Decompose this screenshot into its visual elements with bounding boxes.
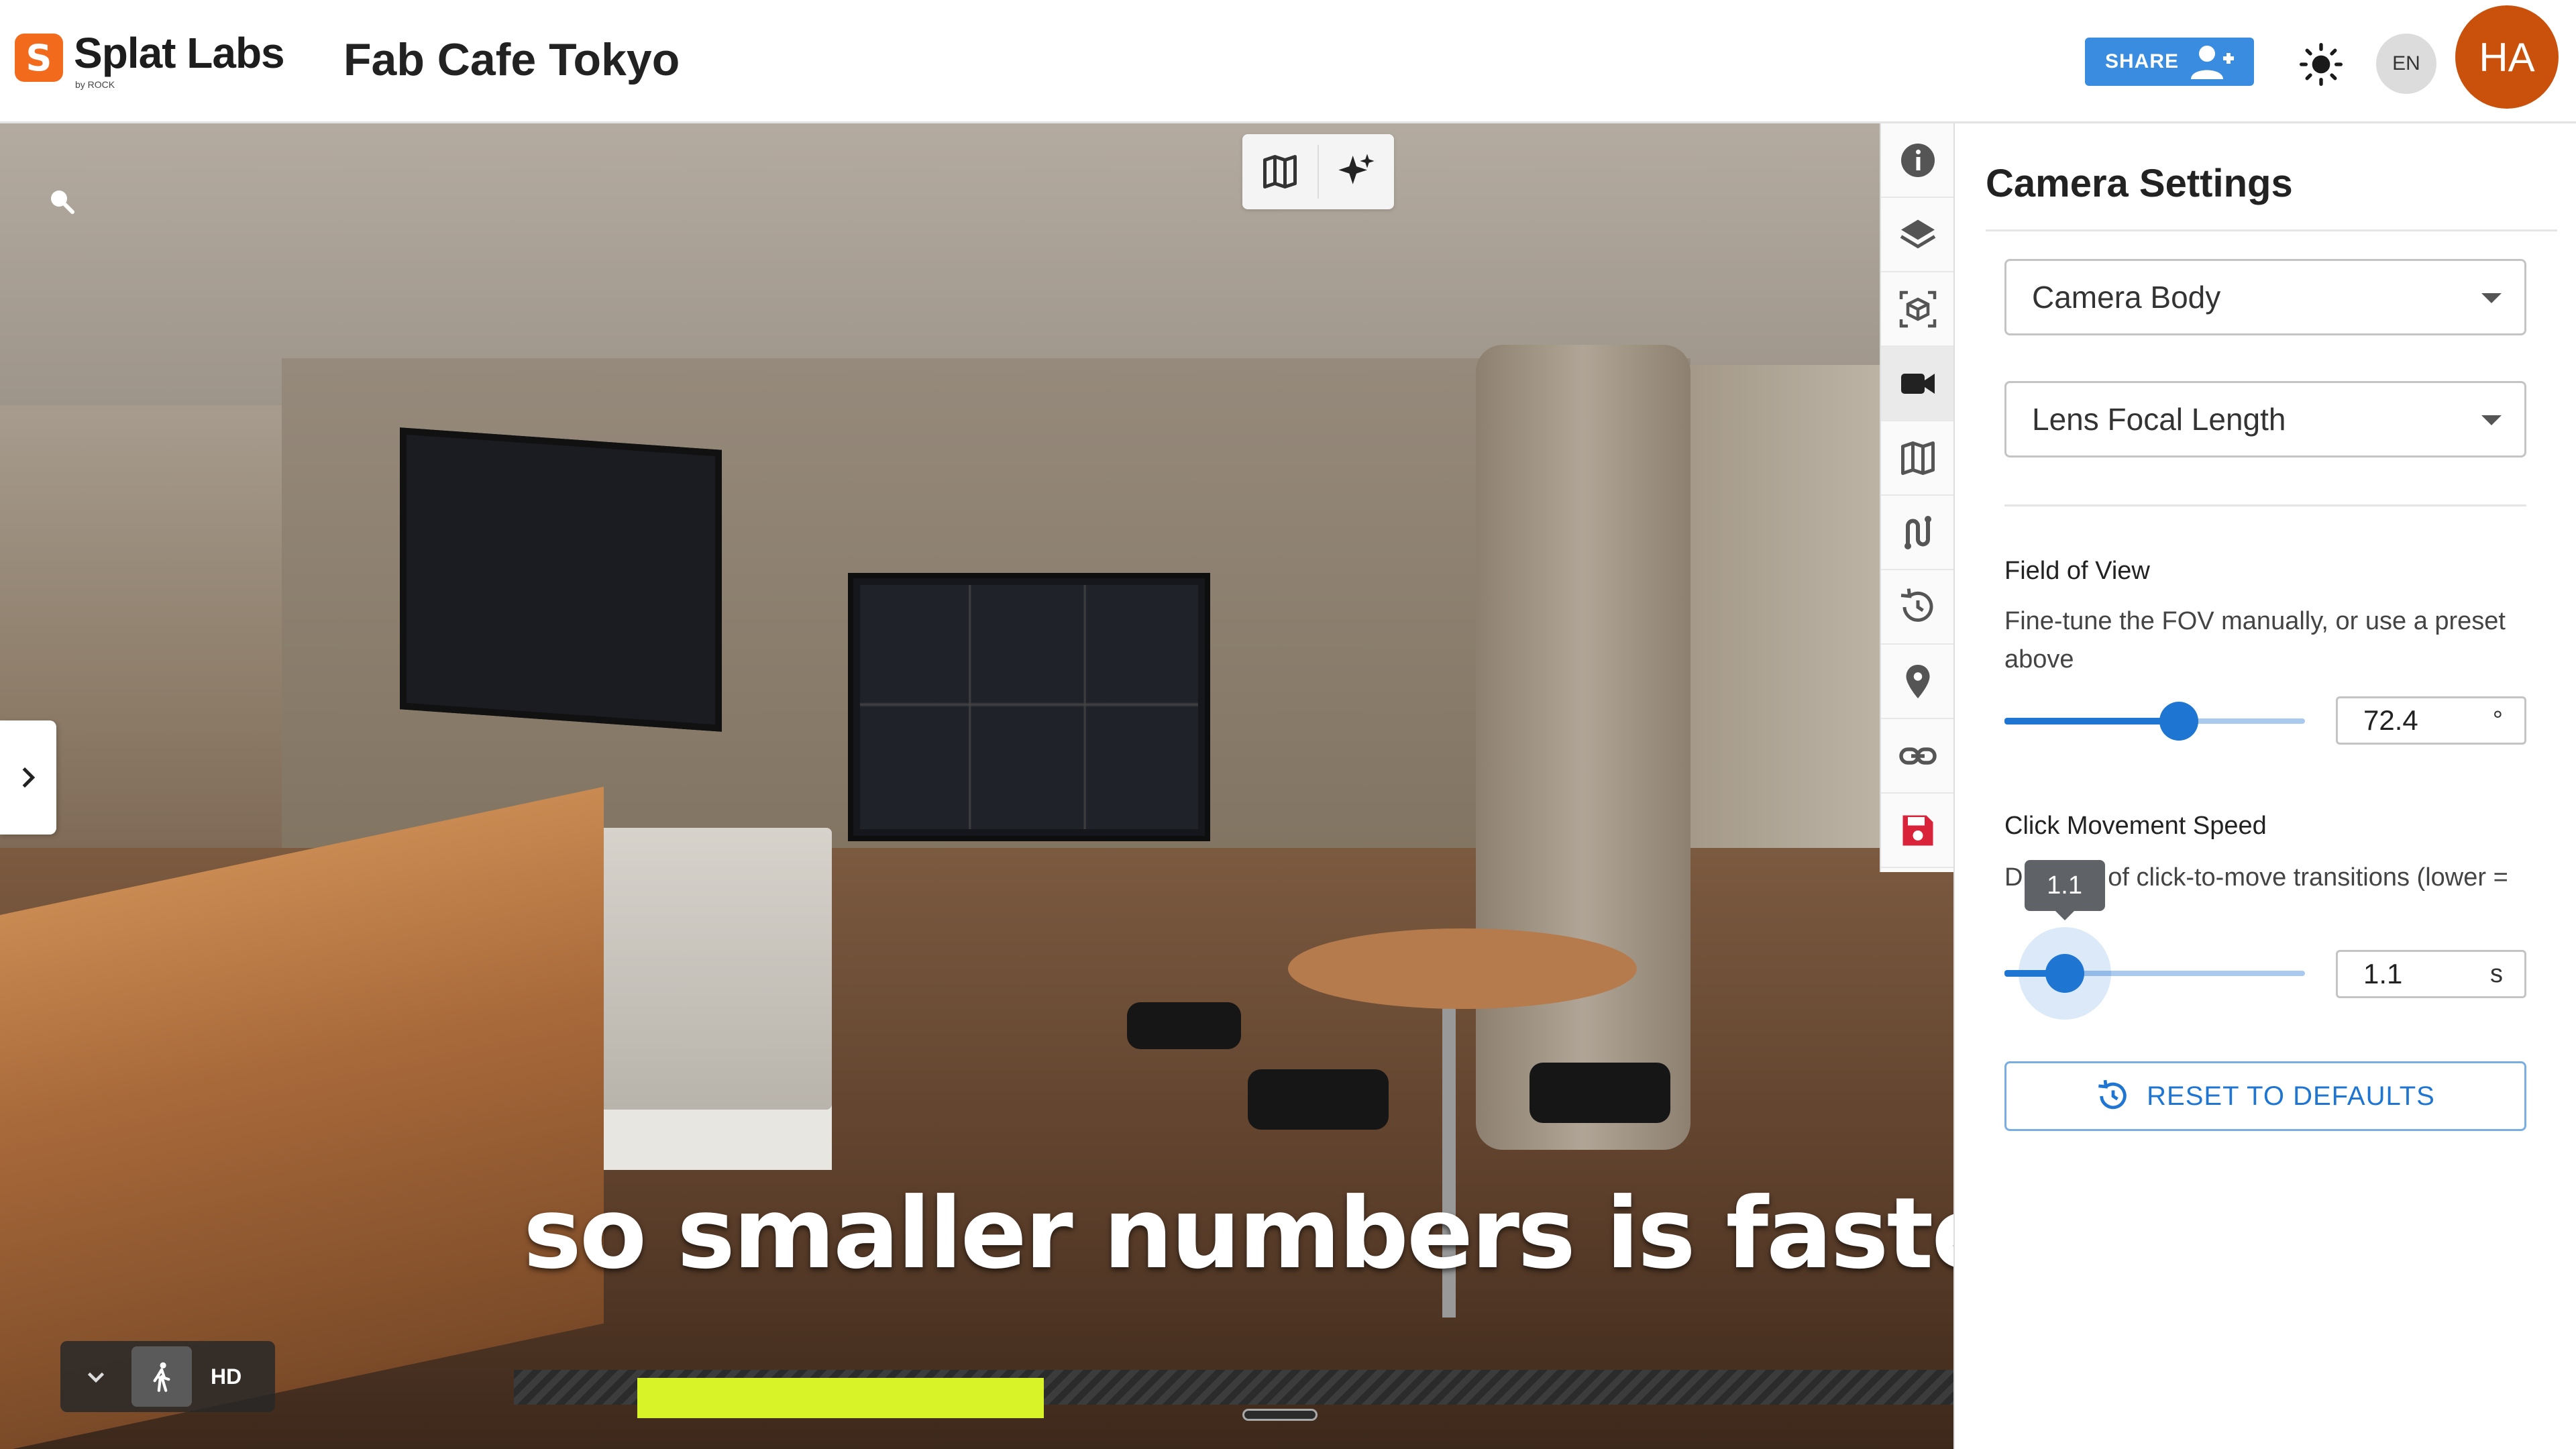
bar-stool — [1127, 1002, 1241, 1049]
caption-highlight — [637, 1378, 1044, 1418]
fov-value: 72.4 — [2363, 704, 2418, 736]
app-header: S Splat Labs by ROCK Fab Cafe Tokyo SHAR… — [0, 0, 2576, 123]
3d-viewport[interactable]: so smaller numbers is faster movements H… — [0, 123, 1953, 1449]
map-icon — [1263, 155, 1297, 189]
camera-settings-panel: Camera Settings Camera Body Lens Focal L… — [1953, 123, 2576, 1449]
divider — [1986, 229, 2557, 231]
logo-badge[interactable]: S — [15, 34, 63, 82]
zoom-search-icon[interactable] — [43, 182, 80, 220]
path-icon — [1904, 515, 1931, 549]
theme-toggle-button[interactable] — [2294, 38, 2348, 91]
walking-person-icon — [153, 1362, 170, 1392]
logo-name[interactable]: Splat Labs — [74, 28, 285, 78]
slider-value-tooltip: 1.1 — [2024, 860, 2105, 920]
tool-strip — [1880, 123, 1955, 872]
reset-defaults-button[interactable]: RESET TO DEFAULTS — [2004, 1061, 2526, 1131]
user-avatar[interactable]: HA — [2455, 5, 2559, 109]
fov-unit: ° — [2492, 706, 2503, 735]
share-label: SHARE — [2104, 50, 2179, 72]
toolbar-divider — [1318, 145, 1319, 199]
camera-icon — [1901, 373, 1935, 394]
fov-description: Fine-tune the FOV manually, or use a pre… — [2004, 607, 2506, 674]
language-button[interactable]: EN — [2376, 34, 2436, 94]
layers-icon — [1900, 219, 1936, 248]
bar-stool — [1248, 1069, 1389, 1130]
fov-slider[interactable] — [2004, 700, 2305, 741]
save-icon — [1902, 815, 1933, 845]
tool-save[interactable] — [1881, 794, 1955, 868]
fov-title: Field of View — [2004, 557, 2150, 585]
sparkles-icon — [1338, 154, 1375, 184]
lens-focal-value: Lens Focal Length — [2032, 402, 2286, 437]
wall-monitor — [400, 427, 722, 732]
speed-value: 1.1 — [2363, 958, 2403, 989]
tool-layers[interactable] — [1881, 198, 1955, 272]
add-person-icon — [2191, 46, 2234, 79]
map-icon — [1901, 441, 1935, 475]
slider-thumb[interactable] — [2045, 954, 2084, 993]
walk-mode-button[interactable] — [131, 1346, 192, 1407]
collapse-controls-button[interactable] — [66, 1346, 126, 1407]
slider-thumb[interactable] — [2159, 702, 2198, 741]
share-button[interactable]: SHARE — [2085, 38, 2254, 86]
logo-subtitle: by ROCK — [75, 79, 115, 90]
round-table — [1288, 928, 1637, 1009]
bottom-drawer-handle[interactable] — [1242, 1409, 1318, 1421]
fov-value-input[interactable]: 72.4 ° — [2336, 696, 2526, 745]
tool-map[interactable] — [1881, 421, 1955, 496]
concrete-pillar — [1476, 345, 1690, 1150]
reset-label: RESET TO DEFAULTS — [2147, 1081, 2435, 1111]
project-title: Fab Cafe Tokyo — [343, 34, 680, 85]
map-view-button[interactable] — [1248, 140, 1312, 204]
dropdown-caret-icon — [2481, 293, 2502, 303]
subtitle-caption: so smaller numbers is faster movements — [523, 1177, 1953, 1291]
tool-link[interactable] — [1881, 719, 1955, 794]
panel-title: Camera Settings — [1986, 162, 2293, 205]
bar-stool — [1529, 1063, 1670, 1123]
camera-body-select[interactable]: Camera Body — [2004, 259, 2526, 335]
tool-info[interactable] — [1881, 123, 1955, 198]
tool-camera[interactable] — [1881, 347, 1955, 421]
history-icon — [1900, 588, 1933, 622]
view-mode-toolbar — [1242, 134, 1394, 209]
dropdown-caret-icon — [2481, 415, 2502, 425]
tool-path[interactable] — [1881, 496, 1955, 570]
video-wall — [848, 573, 1210, 841]
hd-quality-toggle[interactable]: HD — [211, 1364, 241, 1389]
chevron-down-icon — [87, 1372, 105, 1383]
tool-history[interactable] — [1881, 570, 1955, 645]
view-controls: HD — [60, 1341, 275, 1412]
ai-magic-button[interactable] — [1324, 140, 1389, 204]
lens-focal-length-select[interactable]: Lens Focal Length — [2004, 381, 2526, 458]
sun-icon — [2300, 43, 2343, 86]
location-pin-icon — [1906, 664, 1930, 698]
tool-3d-object[interactable] — [1881, 272, 1955, 347]
speed-value-input[interactable]: 1.1 s — [2336, 950, 2526, 998]
speed-title: Click Movement Speed — [2004, 812, 2267, 840]
tool-location[interactable] — [1881, 645, 1955, 719]
expand-left-panel-button[interactable] — [0, 720, 56, 835]
info-icon — [1901, 143, 1935, 177]
divider — [2004, 504, 2526, 506]
chevron-right-icon — [22, 767, 36, 788]
slider-fill — [2004, 718, 2179, 724]
link-icon — [1899, 747, 1937, 765]
reset-history-icon — [2098, 1079, 2127, 1110]
3d-box-icon — [1899, 290, 1937, 327]
camera-body-value: Camera Body — [2032, 280, 2221, 315]
speed-slider[interactable]: 1.1 — [2004, 860, 2305, 1020]
speed-unit: s — [2490, 959, 2503, 988]
